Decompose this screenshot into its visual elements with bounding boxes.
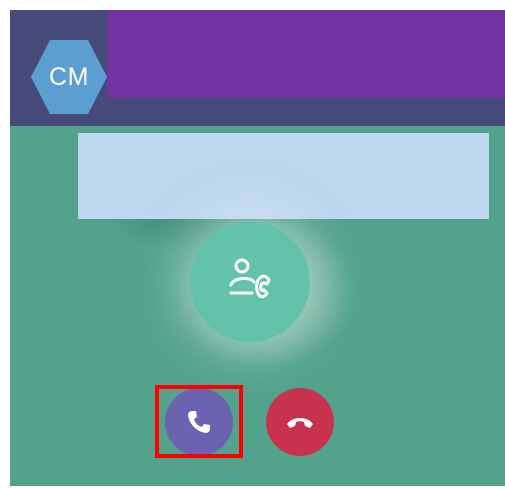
avatar-initials: CM [49, 62, 89, 91]
header-purple-bar [107, 10, 505, 98]
caller-name-placeholder [78, 133, 489, 219]
call-header: CM [10, 10, 505, 126]
decline-call-button[interactable] [266, 388, 334, 456]
phone-icon [188, 411, 210, 433]
hang-up-icon [287, 418, 313, 428]
caller-avatar-circle [190, 222, 310, 342]
accept-call-button[interactable] [165, 388, 233, 456]
avatar: CM [30, 38, 108, 116]
person-transfer-call-icon [229, 258, 271, 299]
